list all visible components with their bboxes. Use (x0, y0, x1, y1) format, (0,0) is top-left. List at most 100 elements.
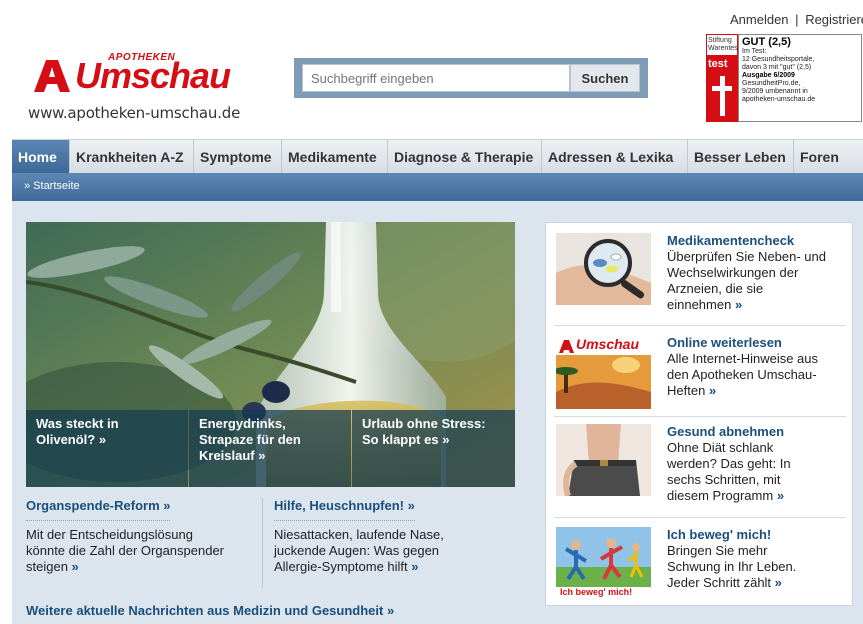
teaser-title[interactable]: Online weiterlesen (667, 335, 849, 350)
news-title[interactable]: Hilfe, Heuschnupfen! » (274, 498, 415, 521)
hero-caption-urlaub[interactable]: Urlaub ohne Stress: So klappt es » (352, 410, 515, 487)
teaser-line: Heften (667, 383, 706, 398)
teaser-text: Alle Internet-Hinweise aus den Apotheken… (667, 351, 849, 399)
test-cross-icon (720, 76, 725, 116)
magazine-cover-logo: Umschau (576, 336, 640, 352)
teaser-line: Alle Internet-Hinweise aus (667, 351, 819, 366)
test-issue: Ausgabe 6/2009 (742, 72, 795, 79)
test-line2: 12 Gesundheitsportale, (742, 56, 815, 63)
teaser-medikamentencheck[interactable]: Medikamentencheck Überprüfen Sie Neben- … (546, 223, 854, 319)
teaser-online-weiterlesen[interactable]: Umschau Online weiterlesen Alle Internet… (546, 325, 854, 421)
caption-line: Strapaze für den (199, 432, 301, 447)
main-navigation: Home Krankheiten A-Z Symptome Medikament… (12, 139, 863, 174)
site-logo[interactable]: APOTHEKEN Umschau www.apotheken-umschau.… (28, 52, 258, 122)
news-more-link[interactable]: » (411, 559, 418, 574)
magnifier-pills-thumbnail (556, 233, 651, 305)
test-seal: Stiftung Warentest test (706, 34, 740, 122)
nav-symptome[interactable]: Symptome (194, 140, 282, 174)
caption-line: Was steckt in (36, 416, 119, 431)
link-separator: | (795, 12, 799, 27)
search-bar: Suchen (294, 58, 648, 98)
hero-caption-olive-oil[interactable]: Was steckt in Olivenöl? » (26, 410, 188, 487)
teaser-text: Bringen Sie mehr Schwung in Ihr Leben. J… (667, 543, 849, 591)
test-org-line1: Stiftung (708, 37, 732, 44)
nav-besser-leben[interactable]: Besser Leben (688, 140, 794, 174)
caption-line: Kreislauf » (199, 448, 266, 463)
more-news-link[interactable]: Weitere aktuelle Nachrichten aus Medizin… (26, 603, 394, 618)
weight-loss-thumbnail (556, 424, 651, 496)
teaser-line: Arzneien, die sie (667, 281, 764, 296)
teaser-text: Überprüfen Sie Neben- und Wechselwirkung… (667, 249, 849, 313)
caption-line: Urlaub ohne Stress: (362, 416, 486, 431)
search-input[interactable] (302, 64, 570, 92)
nav-diagnose-therapie[interactable]: Diagnose & Therapie (388, 140, 542, 174)
teaser-line: diesem Programm (667, 488, 774, 503)
test-line1: Im Test: (742, 48, 767, 55)
news-item-heuschnupfen: Hilfe, Heuschnupfen! » Niesattacken, lau… (274, 498, 510, 575)
news-divider (262, 498, 263, 588)
teaser-title[interactable]: Medikamentencheck (667, 233, 849, 248)
test-grade: GUT (2,5) (742, 36, 791, 48)
teaser-line: Ohne Diät schlank (667, 440, 774, 455)
hero-caption-energydrinks[interactable]: Energydrinks, Strapaze für den Kreislauf… (189, 410, 351, 487)
teaser-line: sechs Schritten, mit (667, 472, 781, 487)
news-line: Mit der Entscheidungslösung (26, 527, 193, 542)
news-line-last: steigen » (26, 559, 254, 575)
teaser-line: Wechselwirkungen der (667, 265, 799, 280)
nav-foren[interactable]: Foren (794, 140, 852, 174)
hero-carousel[interactable]: Was steckt in Olivenöl? » Energydrinks, … (26, 222, 515, 487)
news-line: könnte die Zahl der Organspender (26, 543, 225, 558)
nav-home[interactable]: Home (12, 140, 70, 174)
test-result: GUT (2,5) Im Test: 12 Gesundheitsportale… (738, 34, 862, 122)
test-note1: GesundheitPro.de, (742, 80, 801, 87)
teaser-line-last: Jeder Schritt zählt » (667, 575, 849, 591)
test-note3: apotheken-umschau.de (742, 96, 816, 103)
teaser-line: den Apotheken Umschau- (667, 367, 817, 382)
caption-line: Energydrinks, (199, 416, 286, 431)
teaser-title[interactable]: Ich beweg' mich! (667, 527, 849, 542)
teaser-more-link[interactable]: » (735, 297, 742, 312)
test-line3: davon 3 mit "gut" (2,5) (742, 64, 812, 71)
hero-captions: Was steckt in Olivenöl? » Energydrinks, … (26, 410, 515, 487)
teaser-line: Überprüfen Sie Neben- und (667, 249, 826, 264)
nav-adressen-lexika[interactable]: Adressen & Lexika (542, 140, 688, 174)
logo-wordmark: Umschau (75, 55, 231, 96)
teaser-more-link[interactable]: » (709, 383, 716, 398)
account-links: Anmelden | Registrieren (730, 12, 863, 27)
nav-krankheiten[interactable]: Krankheiten A-Z (70, 140, 194, 174)
teaser-ich-beweg-mich[interactable]: Ich beweg' mich! Ich beweg' mich! Bringe… (546, 517, 854, 613)
caption-line: So klappt es » (362, 432, 450, 447)
teaser-line-last: einnehmen » (667, 297, 849, 313)
nav-medikamente[interactable]: Medikamente (282, 140, 388, 174)
test-note2: 9/2009 umbenannt in (742, 88, 808, 95)
pharmacy-a-logo-icon (34, 60, 70, 92)
teaser-more-link[interactable]: » (775, 575, 782, 590)
teaser-line: Jeder Schritt zählt (667, 575, 772, 590)
teaser-panel: Medikamentencheck Überprüfen Sie Neben- … (545, 222, 853, 606)
news-line-text: steigen (26, 559, 68, 574)
test-word: test (708, 58, 728, 70)
campaign-label: Ich beweg' mich! (560, 587, 633, 597)
search-button[interactable]: Suchen (570, 64, 640, 92)
news-line: juckende Augen: Was gegen (274, 543, 440, 558)
caption-line: Olivenöl? » (36, 432, 107, 447)
news-more-link[interactable]: » (72, 559, 79, 574)
login-link[interactable]: Anmelden (730, 12, 789, 27)
news-line-text: Allergie-Symptome hilft (274, 559, 408, 574)
teaser-title[interactable]: Gesund abnehmen (667, 424, 849, 439)
teaser-gesund-abnehmen[interactable]: Gesund abnehmen Ohne Diät schlank werden… (546, 416, 854, 512)
teaser-line-last: Heften » (667, 383, 849, 399)
logo-url: www.apotheken-umschau.de (28, 104, 241, 122)
news-line-last: Allergie-Symptome hilft » (274, 559, 510, 575)
stiftung-warentest-badge[interactable]: Stiftung Warentest test GUT (2,5) Im Tes… (706, 34, 862, 122)
teaser-line-last: diesem Programm » (667, 488, 849, 504)
teaser-text: Ohne Diät schlank werden? Das geht: In s… (667, 440, 849, 504)
register-link[interactable]: Registrieren (805, 12, 863, 27)
news-line: Niesattacken, laufende Nase, (274, 527, 444, 542)
test-cross-bar (712, 86, 732, 91)
breadcrumb[interactable]: » Startseite (24, 180, 80, 192)
teaser-more-link[interactable]: » (777, 488, 784, 503)
news-item-organspende: Organspende-Reform » Mit der Entscheidun… (26, 498, 254, 575)
teaser-line: Schwung in Ihr Leben. (667, 559, 797, 574)
news-title[interactable]: Organspende-Reform » (26, 498, 171, 521)
